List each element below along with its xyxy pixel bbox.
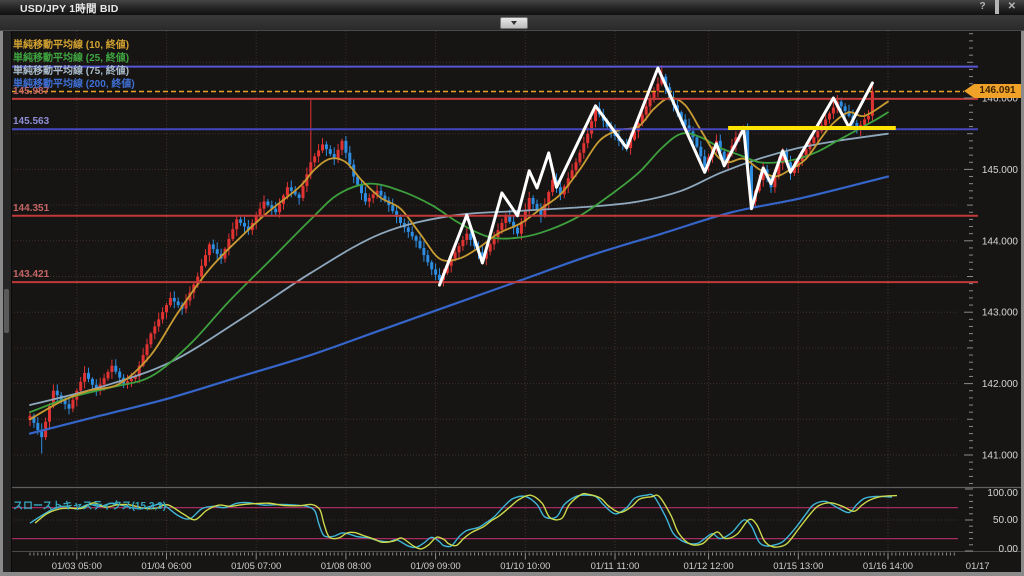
current-price-badge: 146.091 (964, 84, 1021, 98)
price-axis-label: 142.000 (982, 379, 1019, 390)
chart-canvas: 146.000145.000144.000143.000142.000141.0… (0, 0, 1024, 576)
window-title: USD/JPY 1時間 BID (20, 1, 119, 16)
candles-layer (29, 65, 874, 453)
time-axis-label: 01/15 13:00 (773, 561, 823, 572)
time-axis-label: 01/04 06:00 (141, 561, 191, 572)
close-button[interactable]: ✕ (1008, 1, 1016, 13)
maximize-button[interactable] (995, 1, 999, 13)
help-button[interactable]: ? (980, 1, 986, 13)
title-bar[interactable]: USD/JPY 1時間 BID ? ✕ (0, 0, 1024, 15)
left-splitter (3, 31, 12, 572)
price-axis[interactable]: 146.000145.000144.000143.000142.000141.0… (964, 34, 1018, 484)
sma-75-line (30, 134, 888, 405)
window-frame-left (0, 15, 3, 576)
maximize-icon (995, 0, 999, 14)
time-axis-label: 01/17 (966, 561, 990, 572)
time-axis[interactable]: 01/03 05:00 01/04 06:00 01/05 07:00 01/08 0… (30, 553, 990, 573)
window-frame-bottom[interactable] (0, 572, 1024, 576)
legend-sma-75[interactable]: 単純移動平均線 (75, 終値) (13, 65, 135, 78)
chevron-down-icon (511, 21, 517, 25)
time-axis-label: 01/05 07:00 (231, 561, 281, 572)
price-axis-label: 145.000 (982, 165, 1019, 176)
price-axis-label: 143.000 (982, 308, 1019, 319)
time-axis-label: 01/09 09:00 (411, 561, 461, 572)
time-axis-label: 01/12 12:00 (684, 561, 734, 572)
stochastic-axis-label: 100.00 (987, 488, 1018, 499)
indicator-legend: 単純移動平均線 (10, 終値) 単純移動平均線 (25, 終値) 単純移動平均… (13, 39, 135, 91)
price-arrow-icon (964, 84, 974, 98)
price-axis-label: 144.000 (982, 236, 1019, 247)
time-axis-label: 01/08 08:00 (321, 561, 371, 572)
stochastic-axis[interactable]: 100.00 50.00 0.00 (965, 488, 1018, 555)
time-axis-label: 01/03 05:00 (52, 561, 102, 572)
stochastics-label[interactable]: スローストキャスティクス(15,3,3) (13, 497, 166, 512)
grid-vertical (77, 31, 888, 551)
line-price-label: 143.421 (13, 269, 49, 280)
chart-window: 146.000145.000144.000143.000142.000141.0… (0, 0, 1024, 576)
line-price-label: 145.563 (13, 116, 49, 127)
price-axis-label: 141.000 (982, 451, 1019, 462)
legend-sma-25[interactable]: 単純移動平均線 (25, 終値) (13, 52, 135, 65)
zigzag-drawing[interactable] (440, 68, 873, 285)
stochastic-axis-label: 50.00 (993, 515, 1018, 526)
current-price-value: 146.091 (974, 84, 1021, 98)
stochastic-axis-label: 0.00 (999, 544, 1019, 555)
time-axis-label: 01/16 14:00 (863, 561, 913, 572)
collapse-panel-button[interactable] (500, 17, 528, 29)
legend-sma-200[interactable]: 単純移動平均線 (200, 終値) (13, 78, 135, 91)
time-axis-label: 01/11 11:00 (591, 561, 640, 572)
splitter-handle[interactable] (4, 289, 9, 333)
time-axis-label: 01/10 10:00 (500, 561, 550, 572)
line-price-label: 144.351 (13, 203, 49, 214)
toolbar-strip (0, 15, 1024, 31)
legend-sma-10[interactable]: 単純移動平均線 (10, 終値) (13, 39, 135, 52)
